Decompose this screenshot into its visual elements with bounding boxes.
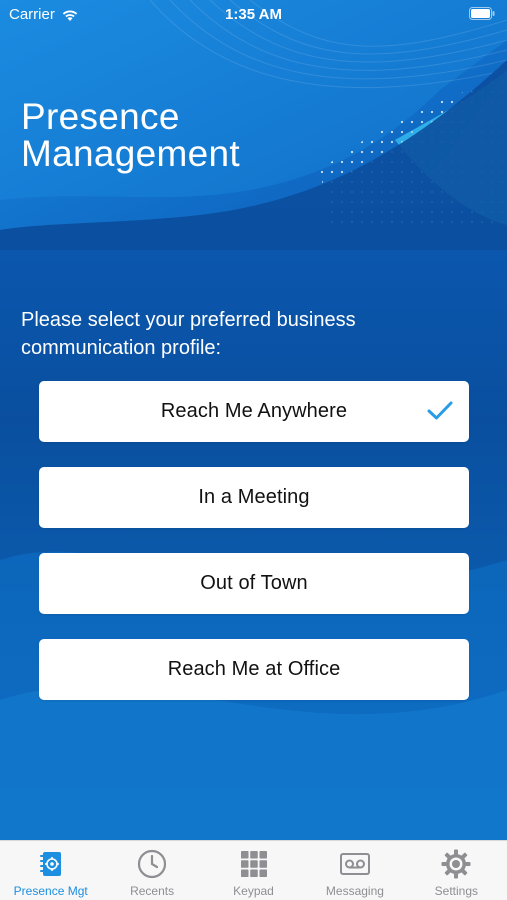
tab-keypad[interactable]: Keypad <box>203 841 304 900</box>
voicemail-icon <box>339 853 370 875</box>
tab-label: Messaging <box>325 884 384 898</box>
profile-option-reach-me-anywhere[interactable]: Reach Me Anywhere <box>39 381 469 442</box>
tab-bar: Presence Mgt Recents Keypad Messaging Se… <box>0 840 507 900</box>
tab-label: Presence Mgt <box>13 884 88 898</box>
clock-icon <box>138 849 167 879</box>
tab-label: Keypad <box>233 884 274 898</box>
keypad-icon <box>240 851 267 877</box>
presence-icon <box>39 852 61 876</box>
profile-prompt-line2: communication profile: <box>21 337 222 359</box>
page-title: Presence Management <box>21 98 321 172</box>
tab-label: Recents <box>130 884 175 898</box>
profile-list: Reach Me Anywhere In a Meeting Out of To… <box>39 381 469 725</box>
tab-settings[interactable]: Settings <box>406 841 507 900</box>
profile-option-label: Reach Me at Office <box>167 658 341 680</box>
profile-option-in-a-meeting[interactable]: In a Meeting <box>39 467 469 528</box>
page-title-line2: Management <box>21 133 240 174</box>
profile-option-out-of-town[interactable]: Out of Town <box>39 553 469 614</box>
profile-prompt-line1: Please select your preferred business <box>21 309 356 331</box>
tab-label: Settings <box>434 884 478 898</box>
tab-recents[interactable]: Recents <box>101 841 202 900</box>
battery-icon <box>469 7 495 20</box>
profile-option-reach-me-at-office[interactable]: Reach Me at Office <box>39 639 469 700</box>
profile-option-label: Reach Me Anywhere <box>160 400 348 422</box>
profile-option-label: Out of Town <box>200 572 308 594</box>
presence-screen: Carrier 1:35 AM Presence Management Plea… <box>0 0 507 900</box>
checkmark-icon <box>427 401 453 420</box>
profile-option-label: In a Meeting <box>198 486 310 508</box>
profile-prompt: Please select your preferred business co… <box>21 306 461 362</box>
status-time: 1:35 AM <box>225 6 282 23</box>
page-title-line1: Presence <box>21 96 180 137</box>
tab-presence-mgt[interactable]: Presence Mgt <box>0 841 101 900</box>
gear-icon <box>441 849 471 879</box>
status-bar: Carrier 1:35 AM <box>0 0 507 30</box>
tab-messaging[interactable]: Messaging <box>304 841 405 900</box>
